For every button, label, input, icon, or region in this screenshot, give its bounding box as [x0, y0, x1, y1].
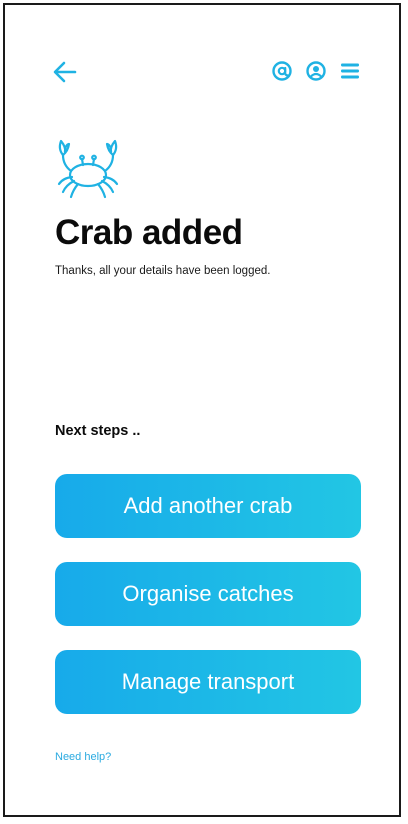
next-steps-heading: Next steps ..	[55, 423, 141, 439]
crab-icon	[53, 135, 123, 201]
back-button[interactable]	[51, 59, 79, 85]
user-circle-icon	[306, 61, 326, 81]
profile-button[interactable]	[305, 60, 327, 82]
top-icons	[271, 60, 361, 82]
menu-button[interactable]	[339, 60, 361, 82]
arrow-left-icon	[53, 61, 77, 83]
confirmation-message: Thanks, all your details have been logge…	[55, 265, 271, 277]
top-bar	[5, 57, 399, 87]
organise-catches-button[interactable]: Organise catches	[55, 562, 361, 626]
mention-button[interactable]	[271, 60, 293, 82]
hamburger-menu-icon	[341, 63, 359, 79]
page-title: Crab added	[55, 213, 243, 252]
manage-transport-button[interactable]: Manage transport	[55, 650, 361, 714]
phone-frame: Crab added Thanks, all your details have…	[3, 3, 401, 817]
add-another-crab-button[interactable]: Add another crab	[55, 474, 361, 538]
at-sign-icon	[272, 61, 292, 81]
need-help-link[interactable]: Need help?	[55, 751, 111, 763]
